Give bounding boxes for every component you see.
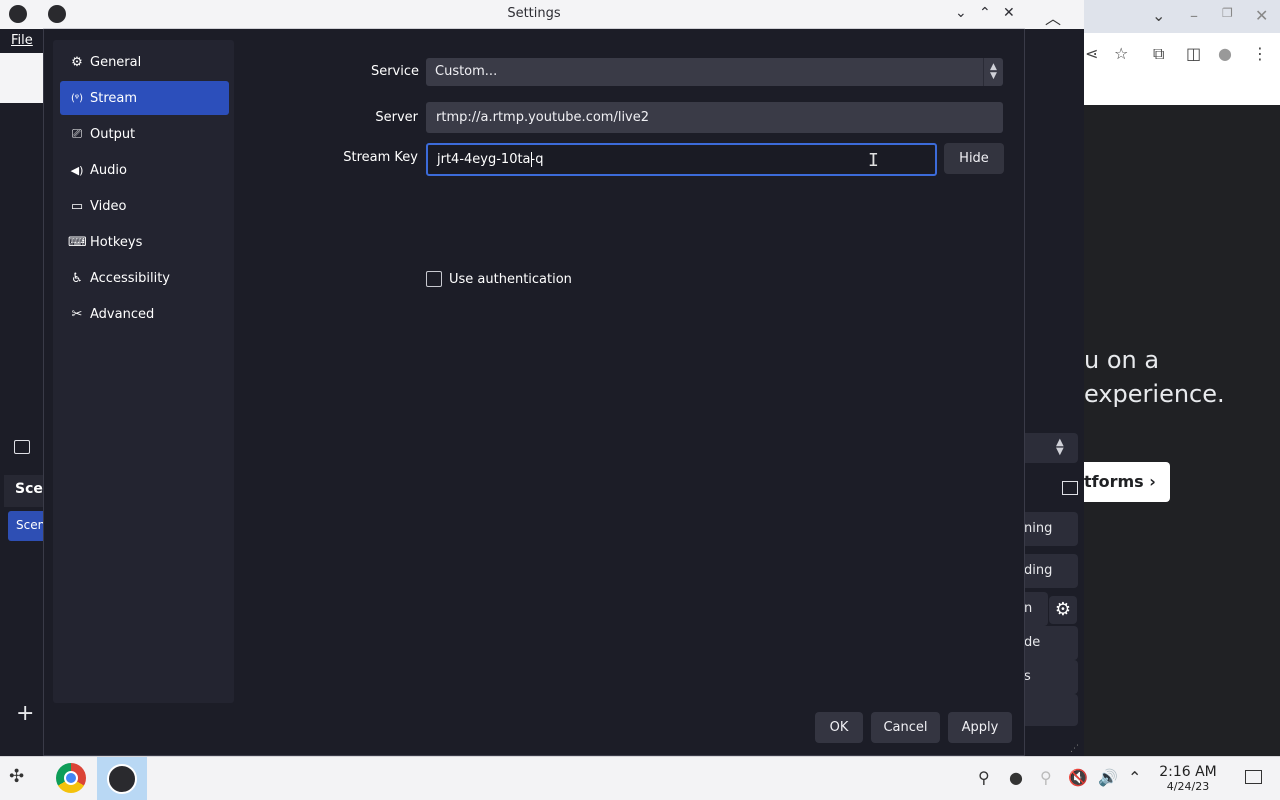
network-icon[interactable]: ⚲ [1040, 768, 1052, 787]
accessibility-icon: ♿ [71, 270, 83, 286]
dialog-close-icon[interactable]: ✕ [1003, 5, 1015, 21]
platforms-button[interactable]: tforms › [1084, 462, 1170, 502]
platforms-button-label: tforms [1084, 472, 1144, 491]
sidebar-item-label: Hotkeys [90, 234, 143, 250]
dock-popout-icon[interactable] [1062, 481, 1078, 495]
stream-key-label: Stream Key [343, 150, 418, 165]
speaker-icon: ◀) [70, 163, 84, 177]
service-label: Service [370, 64, 419, 79]
antenna-icon: (ᵠ) [71, 92, 83, 104]
studio-mode-button[interactable]: de [1024, 626, 1078, 660]
virtual-camera-button[interactable]: n [1024, 592, 1048, 626]
clock-date[interactable]: 4/24/23 [1156, 780, 1220, 793]
sidebar-item-label: Accessibility [90, 270, 170, 286]
chevron-right-icon: › [1149, 472, 1156, 491]
clock-time[interactable]: 2:16 AM [1156, 764, 1220, 780]
settings-button[interactable]: s [1024, 660, 1078, 694]
settings-title: Settings [507, 6, 561, 21]
sidebar-item-audio[interactable]: ◀) Audio [60, 153, 229, 187]
scenes-dock-title: Scenes [15, 481, 43, 497]
server-label: Server [375, 110, 418, 125]
tools-icon: ✂ [71, 306, 83, 322]
side-panel-icon[interactable]: ◫ [1186, 44, 1201, 63]
headline-line-1: u on a [1084, 346, 1160, 374]
exit-button[interactable] [1024, 694, 1078, 726]
menu-file[interactable]: File [11, 33, 33, 48]
cancel-button[interactable]: Cancel [871, 712, 940, 743]
sidebar-item-label: Stream [90, 90, 138, 106]
tray-expand-icon[interactable]: ⌃ [1128, 768, 1141, 787]
chrome-logo-center [64, 771, 78, 785]
share-icon[interactable]: ⋖ [1085, 44, 1098, 63]
gear-icon: ⚙ [71, 54, 83, 70]
apply-button[interactable]: Apply [948, 712, 1012, 743]
taskbar [0, 756, 1280, 800]
obs-logo-icon [107, 764, 137, 794]
notifications-icon[interactable] [1245, 770, 1262, 784]
extensions-puzzle-icon[interactable]: ⧉ [1153, 44, 1164, 64]
tab-search-chevron-icon[interactable]: ⌄ [1152, 6, 1165, 25]
keyboard-icon: ⌨ [68, 234, 87, 250]
sidebar-item-label: Audio [90, 162, 127, 178]
obs-collapse-icon[interactable]: ︿ [1045, 5, 1061, 29]
dialog-maximize-chevron-icon[interactable]: ⌃ [979, 5, 991, 21]
sidebar-item-label: General [90, 54, 142, 70]
text-caret [531, 152, 532, 167]
select-arrows-icon: ▲ ▼ [1056, 437, 1064, 457]
user-icon[interactable]: ⚲ [978, 768, 990, 787]
chrome-page-headline: u on a experience. [1084, 343, 1280, 411]
chrome-tabbar [1084, 0, 1280, 33]
dialog-minimize-chevron-icon[interactable]: ⌄ [955, 5, 967, 21]
sidebar-item-general[interactable]: ⚙ General [60, 45, 229, 79]
sidebar-item-label: Output [90, 126, 136, 142]
close-icon[interactable]: ✕ [1255, 6, 1268, 25]
monitor-icon: ▭ [70, 198, 84, 214]
sidebar-item-label: Video [90, 198, 127, 214]
sidebar-item-output[interactable]: ⎚ Output [60, 117, 229, 151]
sidebar-item-stream[interactable]: (ᵠ) Stream [60, 81, 229, 115]
headline-line-2: experience. [1084, 380, 1225, 408]
output-icon: ⎚ [71, 126, 83, 142]
start-recording-button[interactable]: ding [1024, 554, 1078, 588]
obs-main-strip [0, 53, 44, 103]
launcher-icon[interactable]: ✣ [9, 766, 24, 787]
sidebar-item-hotkeys[interactable]: ⌨ Hotkeys [60, 225, 229, 259]
preview-monitor-icon[interactable] [14, 440, 30, 454]
volume-icon[interactable]: 🔊 [1098, 768, 1118, 787]
mute-icon[interactable]: 🔇 [1068, 768, 1088, 787]
ibeam-cursor-icon: I [868, 150, 879, 171]
minimize-icon[interactable]: – [1190, 6, 1198, 25]
server-input[interactable]: rtmp://a.rtmp.youtube.com/live2 [426, 102, 1003, 133]
use-authentication-label[interactable]: Use authentication [449, 272, 572, 287]
service-select[interactable]: Custom... [426, 58, 1003, 86]
bookmark-star-icon[interactable]: ☆ [1114, 44, 1128, 63]
maximize-icon[interactable]: ❐ [1222, 6, 1233, 20]
transition-select[interactable] [1024, 433, 1078, 463]
stream-key-input[interactable]: jrt4-4eyg-10ta-q [426, 143, 937, 176]
ok-button[interactable]: OK [815, 712, 863, 743]
sidebar-item-video[interactable]: ▭ Video [60, 189, 229, 223]
chrome-menu-icon[interactable]: ⋮ [1252, 44, 1268, 63]
use-authentication-checkbox[interactable] [426, 271, 442, 287]
sidebar-item-advanced[interactable]: ✂ Advanced [60, 297, 229, 331]
obs-logo-icon [9, 5, 27, 23]
add-scene-button[interactable]: + [16, 703, 34, 725]
select-arrows-icon: ▲ ▼ [983, 58, 1003, 86]
sidebar-item-label: Advanced [90, 306, 155, 322]
chrome-page-content [1084, 105, 1280, 756]
hide-stream-key-button[interactable]: Hide [944, 143, 1004, 174]
profile-avatar-icon[interactable]: ● [1218, 44, 1232, 63]
virtual-camera-settings-gear-icon[interactable]: ⚙ [1049, 596, 1077, 624]
scene-list-item[interactable]: Scene [8, 511, 44, 541]
obs-tray-icon[interactable]: ● [1009, 768, 1023, 787]
sidebar-item-accessibility[interactable]: ♿ Accessibility [60, 261, 229, 295]
start-streaming-button[interactable]: ning [1024, 512, 1078, 546]
resize-grip-icon[interactable]: ⋰ [1070, 744, 1079, 754]
